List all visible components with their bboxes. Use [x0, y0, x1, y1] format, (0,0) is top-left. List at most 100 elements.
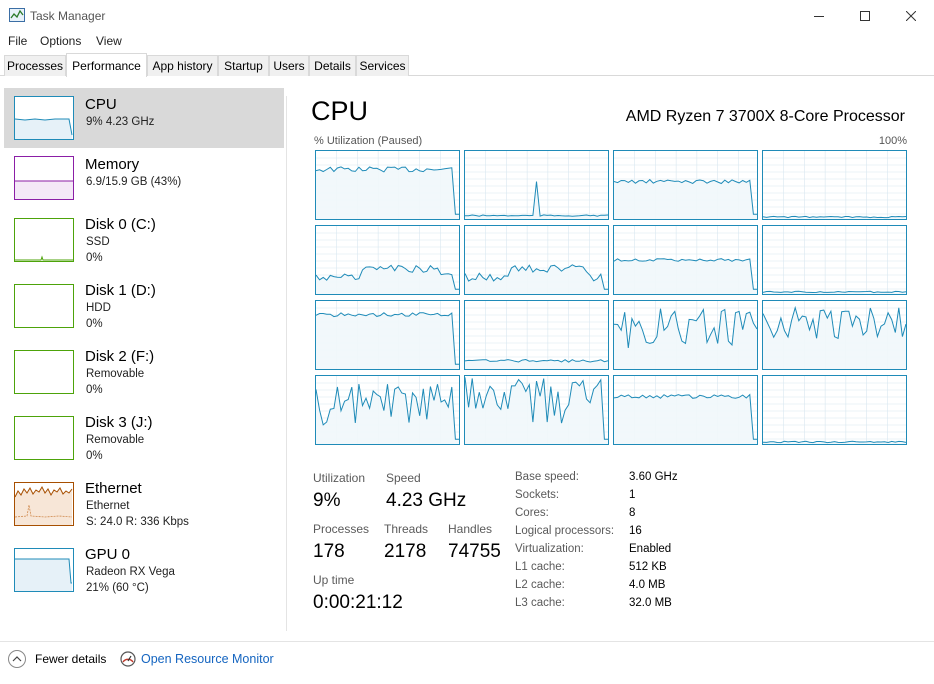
utilization-value: 9%: [313, 490, 341, 511]
minimize-button[interactable]: [796, 0, 842, 31]
spec-value: 32.0 MB: [629, 597, 672, 609]
gpu-0-thumbnail: [14, 548, 74, 592]
tab-strip: Processes Performance App history Startu…: [0, 53, 934, 77]
resource-disk-0[interactable]: Disk 0 (C:) SSD 0%: [4, 210, 284, 270]
utilization-history-graph: [316, 151, 459, 219]
logical-processor-graph: [762, 150, 907, 220]
logical-processor-graph: [464, 375, 609, 445]
utilization-label: Utilization: [313, 471, 366, 485]
panel-divider: [286, 96, 287, 631]
resource-adapter: Ethernet: [86, 500, 130, 512]
resource-disk-1[interactable]: Disk 1 (D:) HDD 0%: [4, 276, 284, 336]
utilization-history-graph: [465, 376, 608, 444]
resource-name: Disk 3 (J:): [85, 414, 153, 431]
tab-startup[interactable]: Startup: [218, 55, 269, 76]
resource-disk-2[interactable]: Disk 2 (F:) Removable 0%: [4, 342, 284, 402]
footer-divider: [0, 641, 934, 642]
resource-list: CPU 9% 4.23 GHz Memory 6.9/15.9 GB (43%)…: [4, 86, 286, 631]
close-icon: [906, 10, 916, 21]
tab-app-history[interactable]: App history: [147, 55, 218, 76]
utilization-max-label: 100%: [878, 135, 907, 147]
uptime-label: Up time: [313, 573, 355, 587]
spec-value: 512 KB: [629, 561, 667, 573]
tab-processes[interactable]: Processes: [4, 55, 66, 76]
speed-label: Speed: [386, 471, 421, 485]
footer: Fewer details Open Resource Monitor: [0, 643, 934, 684]
threads-label: Threads: [384, 522, 429, 536]
spec-label: L3 cache:: [515, 597, 565, 609]
cpu-thumbnail-graph: [14, 118, 73, 139]
threads-value: 2178: [384, 541, 427, 562]
logical-processor-graph: [315, 375, 460, 445]
resource-disk-3[interactable]: Disk 3 (J:) Removable 0%: [4, 408, 284, 468]
logical-processor-graph: [762, 300, 907, 370]
resource-memory[interactable]: Memory 6.9/15.9 GB (43%): [4, 148, 284, 208]
utilization-history-graph: [614, 226, 757, 294]
processes-value: 178: [313, 541, 345, 562]
utilization-history-graph: [763, 376, 906, 444]
resource-cpu[interactable]: CPU 9% 4.23 GHz: [4, 88, 284, 148]
disk-1-thumbnail: [14, 284, 74, 328]
tab-details[interactable]: Details: [309, 55, 356, 76]
spec-label: L2 cache:: [515, 579, 565, 591]
gpu-0-thumbnail-graph: [15, 558, 72, 591]
logical-processor-graph: [762, 225, 907, 295]
logical-processor-graph: [613, 225, 758, 295]
resource-type: Removable: [86, 368, 145, 380]
resource-model: Radeon RX Vega: [86, 566, 175, 578]
utilization-history-graph: [614, 151, 757, 219]
spec-value: 8: [629, 507, 636, 519]
disk-0-thumbnail-graph: [15, 255, 73, 261]
resource-gpu-0[interactable]: GPU 0 Radeon RX Vega 21% (60 °C): [4, 540, 284, 600]
handles-value: 74755: [448, 541, 501, 562]
spec-label: Logical processors:: [515, 525, 615, 537]
menu-file[interactable]: File: [8, 34, 27, 48]
logical-processor-graph: [762, 375, 907, 445]
resource-name: Disk 2 (F:): [85, 348, 155, 365]
menu-view[interactable]: View: [96, 34, 122, 48]
spec-value: 1: [629, 489, 636, 501]
spec-label: Base speed:: [515, 471, 579, 483]
processor-model: AMD Ryzen 7 3700X 8-Core Processor: [625, 108, 905, 125]
logical-processor-graph: [315, 225, 460, 295]
utilization-history-graph: [465, 151, 608, 219]
ethernet-thumbnail-graph: [14, 485, 73, 525]
logical-processor-graph: [315, 150, 460, 220]
resource-name: GPU 0: [85, 546, 131, 563]
spec-label: L1 cache:: [515, 561, 565, 573]
open-resource-monitor-link[interactable]: Open Resource Monitor: [120, 649, 274, 669]
utilization-history-graph: [763, 151, 906, 219]
disk-2-thumbnail: [14, 350, 74, 394]
resource-name: CPU: [85, 96, 117, 113]
resource-usage: 0%: [86, 318, 103, 330]
logical-processor-graph: [613, 300, 758, 370]
disk-0-thumbnail: [14, 218, 74, 262]
window-title: Task Manager: [30, 9, 106, 23]
maximize-button[interactable]: [842, 0, 888, 31]
spec-label: Cores:: [515, 507, 549, 519]
close-button[interactable]: [888, 0, 934, 31]
fewer-details-label: Fewer details: [35, 652, 107, 666]
tab-services[interactable]: Services: [356, 55, 409, 76]
resource-name: Disk 0 (C:): [85, 216, 156, 233]
resource-name: Disk 1 (D:): [85, 282, 156, 299]
resource-ethernet[interactable]: Ethernet Ethernet S: 24.0 R: 336 Kbps: [4, 474, 284, 534]
task-manager-icon: [9, 8, 25, 22]
menu-bar: File Options View: [0, 31, 934, 51]
resource-name: Memory: [85, 156, 140, 173]
menu-options[interactable]: Options: [40, 34, 81, 48]
resource-usage: 0%: [86, 384, 103, 396]
utilization-history-graph: [316, 376, 459, 444]
spec-label: Virtualization:: [515, 543, 584, 555]
resource-throughput: S: 24.0 R: 336 Kbps: [86, 516, 189, 528]
spec-label: Sockets:: [515, 489, 560, 501]
tab-users[interactable]: Users: [269, 55, 309, 76]
spec-value: Enabled: [629, 543, 672, 555]
handles-label: Handles: [448, 522, 493, 536]
utilization-history-graph: [763, 226, 906, 294]
open-resource-monitor-label: Open Resource Monitor: [141, 652, 274, 666]
resource-usage: 21% (60 °C): [86, 582, 149, 594]
tab-performance[interactable]: Performance: [66, 53, 147, 77]
fewer-details-button[interactable]: Fewer details: [8, 649, 106, 669]
resource-type: SSD: [86, 236, 110, 248]
